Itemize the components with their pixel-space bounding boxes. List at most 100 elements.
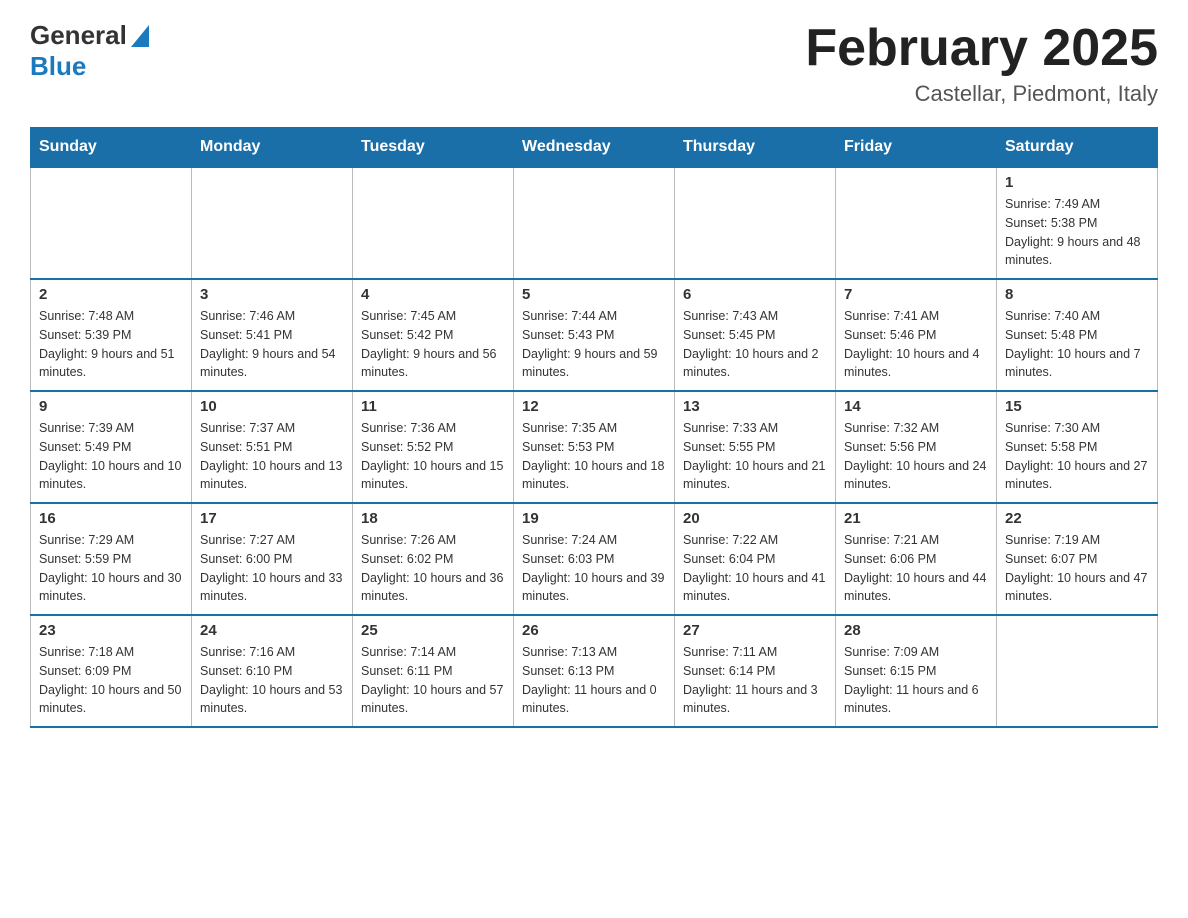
logo-blue-text: Blue [30,51,86,82]
day-info: Sunrise: 7:36 AMSunset: 5:52 PMDaylight:… [361,419,505,494]
day-number: 2 [39,286,183,303]
day-cell: 27 Sunrise: 7:11 AMSunset: 6:14 PMDayligh… [675,615,836,727]
day-number: 13 [683,398,827,415]
day-number: 26 [522,622,666,639]
day-cell: 5 Sunrise: 7:44 AMSunset: 5:43 PMDaylight… [514,279,675,391]
day-info: Sunrise: 7:48 AMSunset: 5:39 PMDaylight:… [39,307,183,382]
day-cell: 12 Sunrise: 7:35 AMSunset: 5:53 PMDayligh… [514,391,675,503]
day-info: Sunrise: 7:30 AMSunset: 5:58 PMDaylight:… [1005,419,1149,494]
day-cell [836,167,997,279]
week-row-2: 2 Sunrise: 7:48 AMSunset: 5:39 PMDaylight… [31,279,1158,391]
day-cell: 26 Sunrise: 7:13 AMSunset: 6:13 PMDayligh… [514,615,675,727]
day-cell: 18Sunrise: 7:26 AMSunset: 6:02 PMDayligh… [353,503,514,615]
day-number: 25 [361,622,505,639]
day-info: Sunrise: 7:45 AMSunset: 5:42 PMDaylight:… [361,307,505,382]
week-row-5: 23 Sunrise: 7:18 AMSunset: 6:09 PMDayligh… [31,615,1158,727]
day-number: 7 [844,286,988,303]
day-number: 27 [683,622,827,639]
day-info: Sunrise: 7:41 AMSunset: 5:46 PMDaylight:… [844,307,988,382]
day-cell: 23 Sunrise: 7:18 AMSunset: 6:09 PMDayligh… [31,615,192,727]
day-cell: 24 Sunrise: 7:16 AMSunset: 6:10 PMDayligh… [192,615,353,727]
day-info: Sunrise: 7:21 AMSunset: 6:06 PMDaylight:… [844,531,988,606]
day-info: Sunrise: 7:39 AMSunset: 5:49 PMDaylight:… [39,419,183,494]
day-cell: 15 Sunrise: 7:30 AMSunset: 5:58 PMDayligh… [997,391,1158,503]
day-info: Sunrise: 7:09 AMSunset: 6:15 PMDaylight:… [844,643,988,718]
day-info: Sunrise: 7:26 AMSunset: 6:02 PMDaylight:… [361,531,505,606]
day-info: Sunrise: 7:46 AMSunset: 5:41 PMDaylight:… [200,307,344,382]
header-cell-friday: Friday [836,128,997,168]
day-cell [353,167,514,279]
day-number: 23 [39,622,183,639]
day-cell: 19 Sunrise: 7:24 AMSunset: 6:03 PMDayligh… [514,503,675,615]
day-number: 16 [39,510,183,527]
day-info: Sunrise: 7:11 AMSunset: 6:14 PMDaylight:… [683,643,827,718]
day-cell [514,167,675,279]
day-info: Sunrise: 7:13 AMSunset: 6:13 PMDaylight:… [522,643,666,718]
day-cell: 2 Sunrise: 7:48 AMSunset: 5:39 PMDaylight… [31,279,192,391]
day-cell [675,167,836,279]
day-number: 11 [361,398,505,415]
day-info: Sunrise: 7:32 AMSunset: 5:56 PMDaylight:… [844,419,988,494]
day-cell: 21 Sunrise: 7:21 AMSunset: 6:06 PMDayligh… [836,503,997,615]
week-row-3: 9 Sunrise: 7:39 AMSunset: 5:49 PMDaylight… [31,391,1158,503]
day-number: 12 [522,398,666,415]
day-number: 24 [200,622,344,639]
day-cell: 13 Sunrise: 7:33 AMSunset: 5:55 PMDayligh… [675,391,836,503]
month-title: February 2025 [805,20,1158,77]
day-cell: 3 Sunrise: 7:46 AMSunset: 5:41 PMDaylight… [192,279,353,391]
day-number: 10 [200,398,344,415]
day-info: Sunrise: 7:18 AMSunset: 6:09 PMDaylight:… [39,643,183,718]
day-cell [192,167,353,279]
day-number: 19 [522,510,666,527]
day-info: Sunrise: 7:14 AMSunset: 6:11 PMDaylight:… [361,643,505,718]
day-info: Sunrise: 7:44 AMSunset: 5:43 PMDaylight:… [522,307,666,382]
day-number: 5 [522,286,666,303]
day-info: Sunrise: 7:29 AMSunset: 5:59 PMDaylight:… [39,531,183,606]
header-cell-saturday: Saturday [997,128,1158,168]
day-info: Sunrise: 7:27 AMSunset: 6:00 PMDaylight:… [200,531,344,606]
header-cell-sunday: Sunday [31,128,192,168]
day-cell: 16 Sunrise: 7:29 AMSunset: 5:59 PMDayligh… [31,503,192,615]
header: General Blue February 2025 Castellar, Pi… [30,20,1158,107]
day-info: Sunrise: 7:37 AMSunset: 5:51 PMDaylight:… [200,419,344,494]
day-info: Sunrise: 7:16 AMSunset: 6:10 PMDaylight:… [200,643,344,718]
logo-general-text: General [30,20,127,51]
day-cell: 11 Sunrise: 7:36 AMSunset: 5:52 PMDayligh… [353,391,514,503]
header-cell-thursday: Thursday [675,128,836,168]
day-number: 6 [683,286,827,303]
day-number: 1 [1005,174,1149,191]
day-number: 9 [39,398,183,415]
week-row-4: 16 Sunrise: 7:29 AMSunset: 5:59 PMDayligh… [31,503,1158,615]
day-number: 3 [200,286,344,303]
day-info: Sunrise: 7:24 AMSunset: 6:03 PMDaylight:… [522,531,666,606]
day-number: 20 [683,510,827,527]
logo-line1: General [30,20,149,51]
day-cell [997,615,1158,727]
day-cell: 8Sunrise: 7:40 AMSunset: 5:48 PMDaylight… [997,279,1158,391]
header-cell-wednesday: Wednesday [514,128,675,168]
day-cell: 1 Sunrise: 7:49 AMSunset: 5:38 PMDaylight… [997,167,1158,279]
day-cell: 10 Sunrise: 7:37 AMSunset: 5:51 PMDayligh… [192,391,353,503]
day-cell: 14Sunrise: 7:32 AMSunset: 5:56 PMDayligh… [836,391,997,503]
day-number: 4 [361,286,505,303]
day-info: Sunrise: 7:35 AMSunset: 5:53 PMDaylight:… [522,419,666,494]
title-area: February 2025 Castellar, Piedmont, Italy [805,20,1158,107]
day-number: 17 [200,510,344,527]
day-number: 22 [1005,510,1149,527]
logo-line2: Blue [30,51,149,82]
day-info: Sunrise: 7:49 AMSunset: 5:38 PMDaylight:… [1005,195,1149,270]
location-title: Castellar, Piedmont, Italy [805,81,1158,107]
header-cell-monday: Monday [192,128,353,168]
logo-triangle-icon [131,25,149,47]
day-cell: 22 Sunrise: 7:19 AMSunset: 6:07 PMDayligh… [997,503,1158,615]
logo: General Blue [30,20,149,82]
header-cell-tuesday: Tuesday [353,128,514,168]
day-cell: 25 Sunrise: 7:14 AMSunset: 6:11 PMDayligh… [353,615,514,727]
day-number: 15 [1005,398,1149,415]
header-row: SundayMondayTuesdayWednesdayThursdayFrid… [31,128,1158,168]
day-info: Sunrise: 7:22 AMSunset: 6:04 PMDaylight:… [683,531,827,606]
day-info: Sunrise: 7:19 AMSunset: 6:07 PMDaylight:… [1005,531,1149,606]
day-info: Sunrise: 7:33 AMSunset: 5:55 PMDaylight:… [683,419,827,494]
day-number: 21 [844,510,988,527]
day-cell: 7 Sunrise: 7:41 AMSunset: 5:46 PMDaylight… [836,279,997,391]
